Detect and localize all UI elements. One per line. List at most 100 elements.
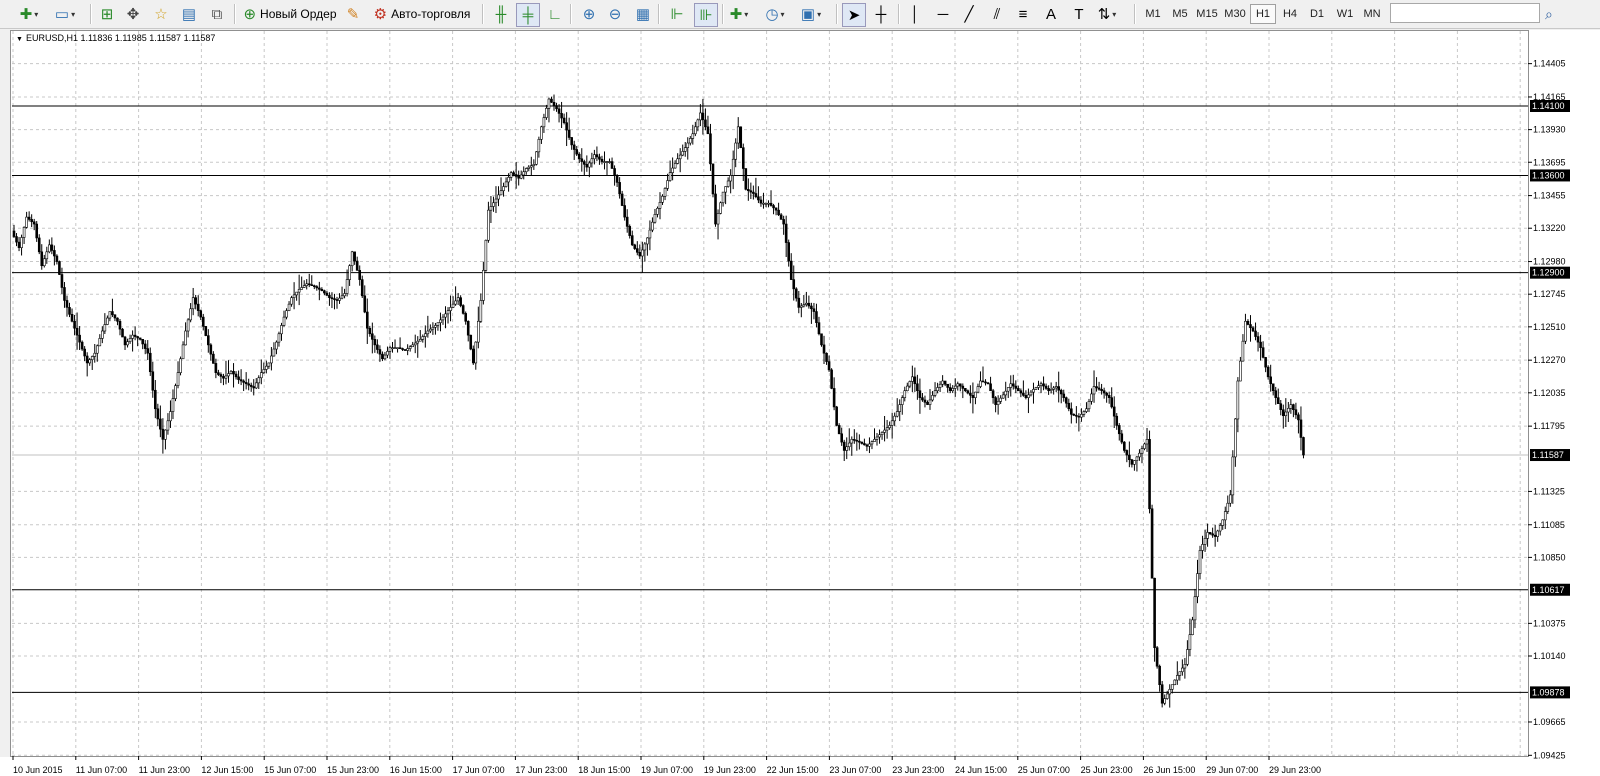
candle-body [779,214,783,220]
candle-body [131,334,134,339]
candle-body [908,381,912,387]
candle-body [683,147,687,152]
candle-body [154,389,157,410]
candle-body [68,307,71,315]
candle-body [1006,387,1010,392]
candle-body [1153,577,1156,648]
candle-body [85,355,89,364]
candle-body [1188,634,1192,650]
candle-body [842,441,846,451]
candle-body [1165,693,1169,699]
candle-body [1292,404,1295,411]
candle-body [504,181,508,187]
y-tick-label: 1.12510 [1533,322,1566,332]
candle-body [217,372,220,375]
candle-body [90,356,94,361]
candle-body [1302,437,1305,456]
candle-body [741,147,745,169]
candle-body [885,427,889,431]
candle-body [444,313,447,318]
candle-body [1158,665,1161,686]
x-tick-label: 23 Jun 07:00 [829,765,881,775]
x-tick-label: 17 Jun 23:00 [515,765,567,775]
candle-body [65,300,69,308]
candle-body [855,439,859,442]
candle-body [441,316,445,321]
candle-body [1284,411,1288,417]
candle-body [1294,409,1298,416]
candle-body [1135,456,1139,461]
candle-body [1140,448,1144,454]
candle-body [194,297,197,305]
candle-body [560,113,563,119]
candle-body [451,303,455,308]
candle-body [956,383,960,387]
y-tick-label: 1.11325 [1533,486,1565,496]
candle-body [1047,388,1050,392]
candle-body [524,168,528,173]
candle-body [123,336,127,346]
candle-body [1133,460,1136,465]
candle-body [133,334,137,337]
candle-body [199,310,203,318]
candle-body [48,244,51,253]
candle-body [512,172,515,175]
candle-body [830,369,833,389]
chart-canvas[interactable]: 1.144051.141651.139301.136951.134551.132… [0,0,1600,776]
candle-body [209,344,213,355]
candle-body [1183,664,1187,669]
candle-body [1176,675,1179,681]
candle-body [1163,698,1166,704]
candle-body [509,172,513,178]
candle-body [716,213,720,225]
candle-body [1009,383,1013,388]
y-tick-label: 1.10850 [1533,552,1566,562]
candle-body [474,341,478,364]
candle-body [22,226,26,238]
candle-body [585,164,589,168]
candle-body [575,149,579,155]
candle-body [360,279,364,297]
candle-body [1032,389,1035,393]
chart-menu-icon[interactable]: ▼ [16,36,23,43]
candle-body [330,297,334,299]
candle-body [282,316,286,326]
candle-body [489,206,493,211]
candle-body [888,425,891,429]
candle-body [744,168,748,190]
candle-body [30,219,33,223]
candle-body [416,340,420,344]
x-tick-label: 11 Jun 07:00 [76,765,127,775]
candle-body [1249,324,1252,329]
level-price-label: 1.10617 [1532,585,1565,595]
candle-body [953,385,957,389]
candle-body [570,137,573,146]
x-tick-label: 19 Jun 23:00 [704,765,756,775]
candle-body [487,209,490,241]
candle-body [1264,357,1267,368]
candle-body [459,297,462,306]
candle-body [928,399,932,405]
candle-body [825,352,828,362]
candle-body [552,101,556,106]
candle-body [1170,684,1174,690]
candle-body [449,307,452,311]
x-tick-label: 24 Jun 15:00 [955,765,1007,775]
candle-body [1011,383,1015,387]
candle-body [971,395,975,398]
candle-body [948,387,952,392]
candle-body [941,380,944,385]
y-tick-label: 1.13220 [1533,223,1566,233]
candle-body [701,112,705,121]
candle-body [17,241,21,248]
candle-body [113,314,117,319]
candle-body [976,386,980,393]
candle-body [1037,385,1040,388]
candle-body [878,434,881,438]
candle-body [1254,330,1257,337]
candle-body [37,237,41,253]
x-tick-label: 29 Jun 23:00 [1269,765,1321,775]
candle-body [812,308,816,312]
candle-body [431,326,435,330]
candle-body [815,311,818,323]
